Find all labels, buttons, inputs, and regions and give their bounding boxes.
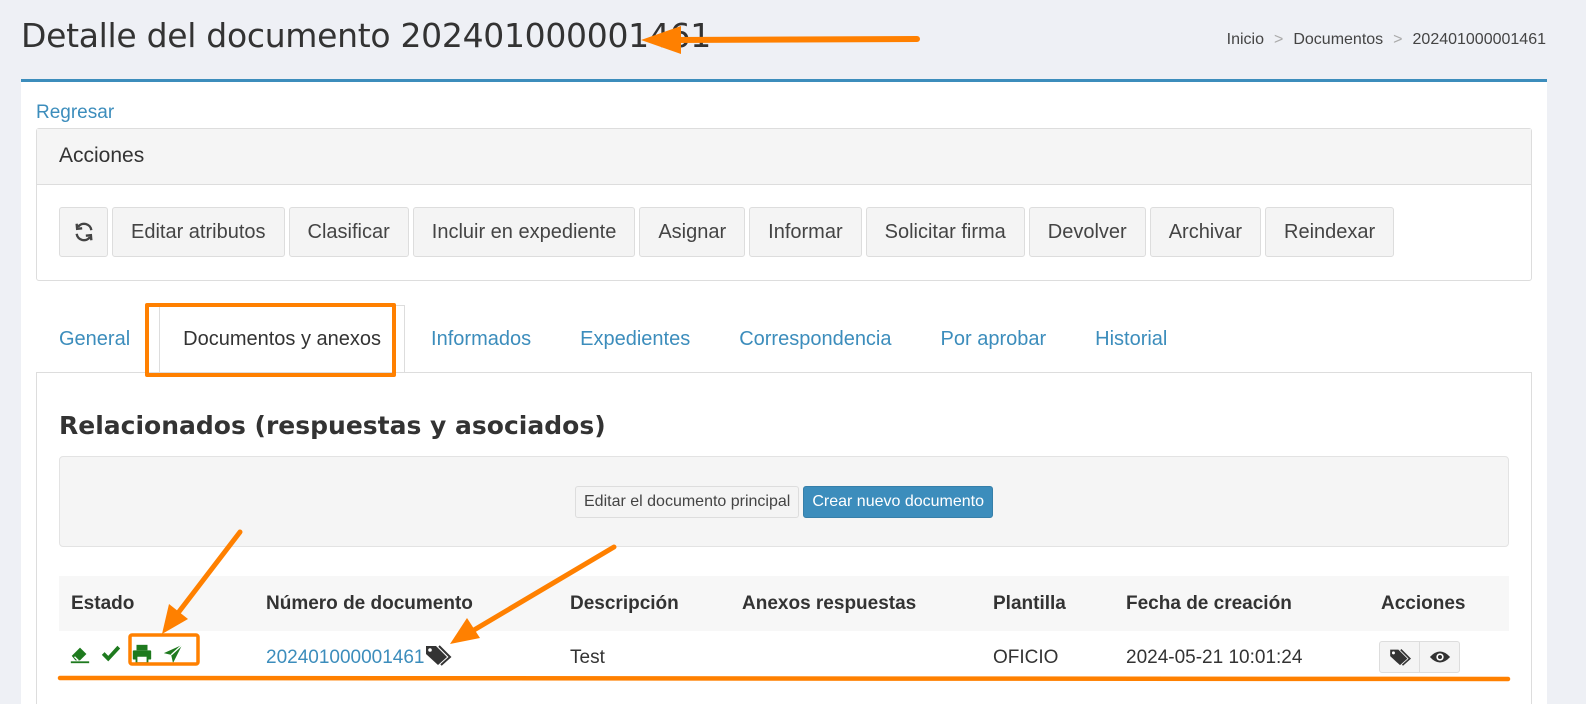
- refresh-icon: [74, 222, 93, 242]
- print-icon[interactable]: [131, 643, 153, 665]
- actions-toolbar: Editar atributos Clasificar Incluir en e…: [59, 207, 1395, 257]
- th-annexes-responses: Anexos respuestas: [742, 593, 917, 614]
- related-toolbar: Editar el documento principal Crear nuev…: [59, 456, 1509, 547]
- inform-button[interactable]: Informar: [749, 207, 862, 257]
- breadcrumb-separator: >: [1274, 31, 1284, 48]
- status-icons: [69, 643, 184, 665]
- tab-documents-annexes[interactable]: Documentos y anexos: [159, 305, 406, 373]
- breadcrumb-documents[interactable]: Documentos: [1293, 31, 1383, 49]
- breadcrumb: Inicio > Documentos > 202401000001461: [1227, 31, 1546, 49]
- breadcrumb-current: 202401000001461: [1412, 31, 1546, 48]
- tags-icon[interactable]: [424, 644, 452, 666]
- back-link[interactable]: Regresar: [36, 102, 114, 124]
- th-template: Plantilla: [993, 593, 1066, 614]
- tab-correspondence[interactable]: Correspondencia: [716, 305, 914, 373]
- tags-icon: [1389, 649, 1411, 666]
- tab-general[interactable]: General: [36, 305, 153, 373]
- include-in-file-button[interactable]: Incluir en expediente: [412, 207, 636, 257]
- tab-history[interactable]: Historial: [1072, 305, 1190, 373]
- reindex-button[interactable]: Reindexar: [1265, 207, 1395, 257]
- related-title: Relacionados (respuestas y asociados): [59, 411, 606, 440]
- refresh-button[interactable]: [59, 207, 108, 257]
- breadcrumb-home[interactable]: Inicio: [1227, 31, 1264, 49]
- table-header: Estado Número de documento Descripción A…: [59, 576, 1509, 631]
- tab-bar: General Documentos y anexos Informados E…: [36, 303, 1193, 373]
- tab-files[interactable]: Expedientes: [557, 305, 713, 373]
- edit-attributes-button[interactable]: Editar atributos: [112, 207, 285, 257]
- actions-panel: Acciones Editar atributos Clasificar Inc…: [36, 128, 1532, 281]
- tab-content: Relacionados (respuestas y asociados) Ed…: [36, 372, 1532, 704]
- request-signature-button[interactable]: Solicitar firma: [865, 207, 1025, 257]
- description-cell: Test: [570, 647, 605, 668]
- eye-icon: [1429, 651, 1450, 663]
- tab-informed[interactable]: Informados: [408, 305, 554, 373]
- template-cell: OFICIO: [993, 647, 1059, 668]
- return-button[interactable]: Devolver: [1028, 207, 1146, 257]
- row-actions: [1379, 641, 1460, 673]
- edit-main-document-button[interactable]: Editar el documento principal: [575, 485, 800, 518]
- th-creation-date: Fecha de creación: [1126, 593, 1292, 614]
- check-icon[interactable]: [100, 643, 122, 665]
- page-title: Detalle del documento 202401000001461: [21, 16, 711, 55]
- view-button[interactable]: [1419, 641, 1460, 673]
- table-row: 202401000001461 Test OFICIO 2024-05-21 1…: [59, 631, 1509, 683]
- th-status: Estado: [71, 593, 135, 614]
- classify-button[interactable]: Clasificar: [288, 207, 409, 257]
- send-icon[interactable]: [162, 643, 184, 665]
- th-description: Descripción: [570, 593, 679, 614]
- th-document-number: Número de documento: [266, 593, 473, 614]
- actions-title: Acciones: [37, 129, 1531, 185]
- eraser-icon[interactable]: [69, 643, 91, 665]
- tag-button[interactable]: [1379, 641, 1420, 673]
- document-number-link[interactable]: 202401000001461: [266, 647, 425, 669]
- assign-button[interactable]: Asignar: [639, 207, 746, 257]
- archive-button[interactable]: Archivar: [1149, 207, 1262, 257]
- tab-pending-approval[interactable]: Por aprobar: [918, 305, 1070, 373]
- creation-date-cell: 2024-05-21 10:01:24: [1126, 647, 1303, 668]
- main-box: Regresar Acciones Editar atributos Clasi…: [21, 79, 1547, 704]
- create-new-document-button[interactable]: Crear nuevo documento: [803, 485, 993, 518]
- th-actions: Acciones: [1381, 593, 1466, 614]
- breadcrumb-separator: >: [1393, 31, 1403, 48]
